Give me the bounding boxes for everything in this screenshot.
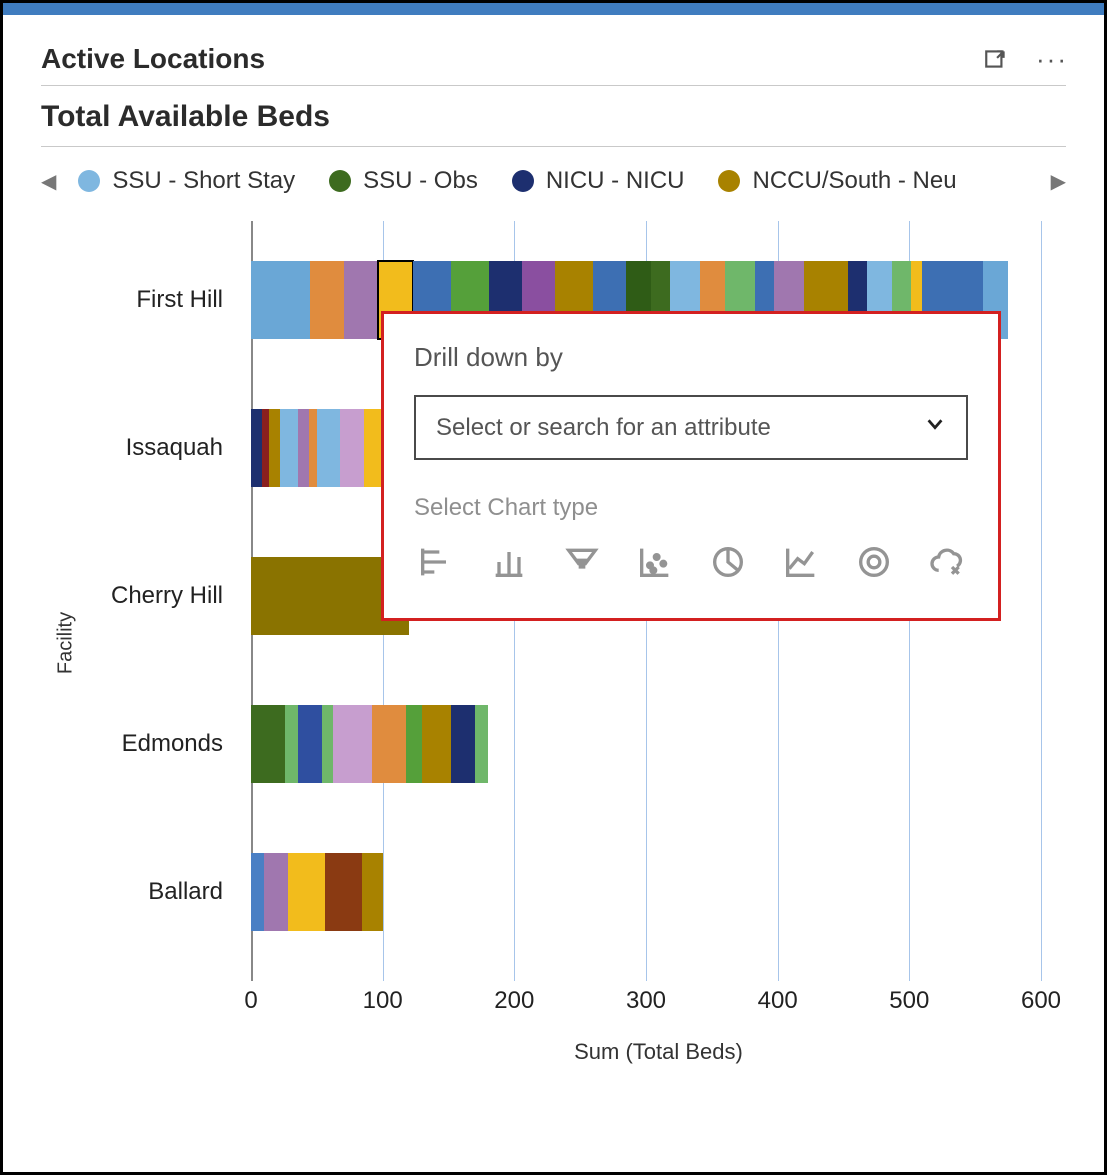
bar-segment[interactable]	[262, 409, 270, 487]
bar-segment[interactable]	[251, 705, 285, 783]
dashboard-card-frame: Active Locations ··· Total Available Bed…	[0, 0, 1107, 1175]
bar-segment[interactable]	[280, 409, 298, 487]
legend-item[interactable]: SSU - Obs	[329, 167, 478, 195]
x-tick-label: 200	[494, 987, 534, 1015]
subtitle-row: Total Available Beds	[41, 86, 1066, 147]
chart-title: Total Available Beds	[41, 100, 1066, 134]
bar-segment[interactable]	[372, 705, 406, 783]
plot-area: First HillIssaquahCherry HillEdmondsBall…	[251, 221, 1041, 981]
chart-type-donut[interactable]	[852, 540, 895, 584]
y-tick-label: Cherry Hill	[111, 582, 223, 610]
bar-segment[interactable]	[317, 409, 341, 487]
y-tick-label: Edmonds	[122, 730, 223, 758]
bar-segment[interactable]	[322, 705, 333, 783]
x-tick-label: 0	[244, 987, 257, 1015]
y-axis-labels: First Hill Issaquah Cherry Hill Edmonds Ball…	[41, 221, 241, 981]
bar-segment[interactable]	[364, 409, 382, 487]
bar-segment[interactable]	[309, 409, 317, 487]
legend-label: NCCU/South - Neu	[752, 167, 956, 195]
bar-segment[interactable]	[298, 409, 309, 487]
card-header: Active Locations ···	[41, 35, 1066, 86]
chart-type-label: Select Chart type	[414, 494, 968, 522]
chart-type-pie[interactable]	[706, 540, 749, 584]
bar-segment[interactable]	[340, 409, 364, 487]
drill-down-popover: Drill down by Select or search for an at…	[381, 311, 1001, 621]
bar-segment[interactable]	[325, 853, 362, 931]
x-tick-label: 500	[889, 987, 929, 1015]
attribute-select-placeholder: Select or search for an attribute	[436, 414, 771, 442]
focus-mode-icon[interactable]	[982, 45, 1010, 73]
bar-segment[interactable]	[269, 409, 280, 487]
chart-type-picker	[414, 540, 968, 584]
legend-swatch	[718, 170, 740, 192]
legend-swatch	[78, 170, 100, 192]
x-tick-label: 300	[626, 987, 666, 1015]
x-tick-label: 600	[1021, 987, 1061, 1015]
chevron-down-icon	[924, 413, 946, 442]
bar-segment[interactable]	[422, 705, 451, 783]
chart-type-bar-horizontal[interactable]	[414, 540, 457, 584]
chart-type-bar-vertical[interactable]	[487, 540, 530, 584]
chart-area: Facility First HillIssaquahCherry HillEd…	[41, 221, 1066, 1065]
bar-segment[interactable]	[451, 705, 475, 783]
legend-scroll-left[interactable]: ◀	[41, 169, 56, 194]
x-axis-title: Sum (Total Beds)	[251, 1039, 1066, 1065]
bar-segment[interactable]	[475, 705, 488, 783]
bar-segment[interactable]	[285, 705, 298, 783]
top-accent-bar	[3, 3, 1104, 15]
bar-row[interactable]	[251, 705, 488, 783]
bar-segment[interactable]	[362, 853, 383, 931]
legend-label: SSU - Short Stay	[112, 167, 295, 195]
legend-item[interactable]: NICU - NICU	[512, 167, 685, 195]
x-axis: 0100200300400500600 Sum (Total Beds)	[251, 987, 1066, 1065]
bar-segment[interactable]	[406, 705, 422, 783]
attribute-select[interactable]: Select or search for an attribute	[414, 395, 968, 460]
chart-type-funnel[interactable]	[560, 540, 603, 584]
x-tick-label: 100	[363, 987, 403, 1015]
legend-scroll-right[interactable]: ▶	[1051, 169, 1066, 194]
x-axis-ticks: 0100200300400500600	[251, 987, 1041, 1021]
bar-segment[interactable]	[310, 261, 344, 339]
bar-segment[interactable]	[251, 853, 264, 931]
more-options-icon[interactable]: ···	[1038, 45, 1066, 73]
legend-swatch	[329, 170, 351, 192]
legend: ◀ SSU - Short Stay SSU - Obs NICU - NICU NC…	[41, 147, 1066, 211]
legend-label: NICU - NICU	[546, 167, 685, 195]
bar-segment[interactable]	[298, 705, 322, 783]
popover-title: Drill down by	[414, 342, 968, 373]
legend-item[interactable]: SSU - Short Stay	[78, 167, 295, 195]
x-tick-label: 400	[758, 987, 798, 1015]
bar-segment[interactable]	[288, 853, 325, 931]
legend-item[interactable]: NCCU/South - Neu	[718, 167, 956, 195]
bar-segment[interactable]	[344, 261, 378, 339]
legend-swatch	[512, 170, 534, 192]
chart-type-line[interactable]	[779, 540, 822, 584]
bar-segment[interactable]	[333, 705, 373, 783]
y-tick-label: Ballard	[148, 878, 223, 906]
card-title: Active Locations	[41, 43, 265, 75]
legend-label: SSU - Obs	[363, 167, 478, 195]
chart-type-scatter[interactable]	[633, 540, 676, 584]
bar-row[interactable]	[251, 853, 383, 931]
y-tick-label: Issaquah	[126, 434, 223, 462]
chart-type-cloud[interactable]	[925, 540, 968, 584]
y-tick-label: First Hill	[136, 286, 223, 314]
bar-segment[interactable]	[251, 409, 262, 487]
bar-segment[interactable]	[251, 261, 310, 339]
bar-segment[interactable]	[264, 853, 288, 931]
